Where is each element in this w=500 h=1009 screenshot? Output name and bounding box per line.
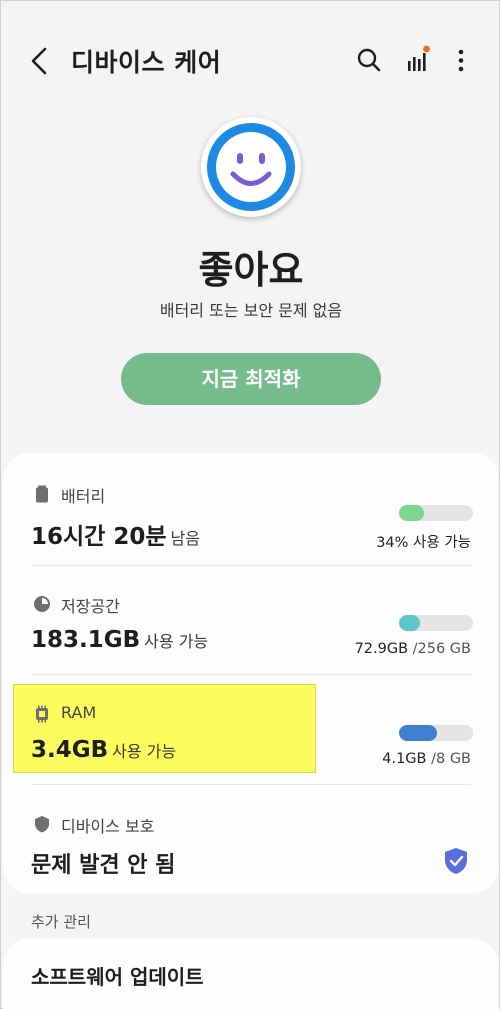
device-care-card: 배터리 16시간 20분 남음 34% 사용 가능 저장공간 183.1GB 사용 … [3,453,499,893]
more-vertical-icon [458,49,464,72]
battery-icon [36,485,48,503]
ram-value: 3.4GB 사용 가능 [31,737,177,763]
section-label-additional: 추가 관리 [31,913,91,931]
page-title: 디바이스 케어 [71,48,222,77]
optimize-now-button[interactable]: 지금 최적화 [121,353,381,405]
battery-unit: 남음 [170,529,200,548]
app-bar: 디바이스 케어 [1,1,500,121]
back-button[interactable] [23,41,63,81]
battery-item[interactable]: 배터리 16시간 20분 남음 34% 사용 가능 [3,461,499,571]
pie-chart-icon [34,596,50,612]
ram-label: RAM [61,703,97,722]
storage-bar-fill [399,615,420,631]
divider [31,674,471,675]
smiley-icon [207,123,295,211]
storage-value: 183.1GB 사용 가능 [31,627,209,653]
status-face [201,117,301,217]
protection-value: 문제 발견 안 됨 [31,853,176,878]
shield-icon [35,816,49,833]
device-protection-item[interactable]: 디바이스 보호 문제 발견 안 됨 [3,791,499,901]
bar-chart-icon [408,45,430,71]
battery-available: 34% 사용 가능 [376,535,471,551]
search-button[interactable] [349,41,389,81]
ram-bar [399,725,473,741]
battery-bar-fill [399,505,425,521]
ram-bar-fill [399,725,437,741]
protection-label: 디바이스 보호 [61,817,155,836]
status-subtitle: 배터리 또는 보안 문제 없음 [159,301,343,320]
status-title: 좋아요 [198,248,304,292]
shield-check-icon [445,848,467,874]
battery-bar [399,505,473,521]
storage-usage: 72.9GB /256 GB [354,641,471,657]
software-update-label: 소프트웨어 업데이트 [31,965,204,989]
ram-item[interactable]: RAM 3.4GB 사용 가능 4.1GB /8 GB [3,681,499,791]
storage-label: 저장공간 [61,597,120,616]
storage-bar [399,615,473,631]
report-button[interactable] [399,41,439,81]
battery-label: 배터리 [61,487,106,506]
memory-chip-icon [36,705,48,723]
chevron-left-icon [31,47,47,75]
search-icon [357,48,381,72]
battery-value: 16시간 20분 남음 [31,524,200,550]
storage-item[interactable]: 저장공간 183.1GB 사용 가능 72.9GB /256 GB [3,571,499,681]
divider [31,565,471,566]
ram-unit: 사용 가능 [112,742,177,761]
more-options-button[interactable] [441,41,481,81]
software-update-item[interactable]: 소프트웨어 업데이트 [3,939,499,1009]
ram-usage: 4.1GB /8 GB [382,751,471,767]
notification-dot-icon [423,45,430,53]
storage-unit: 사용 가능 [144,632,209,651]
